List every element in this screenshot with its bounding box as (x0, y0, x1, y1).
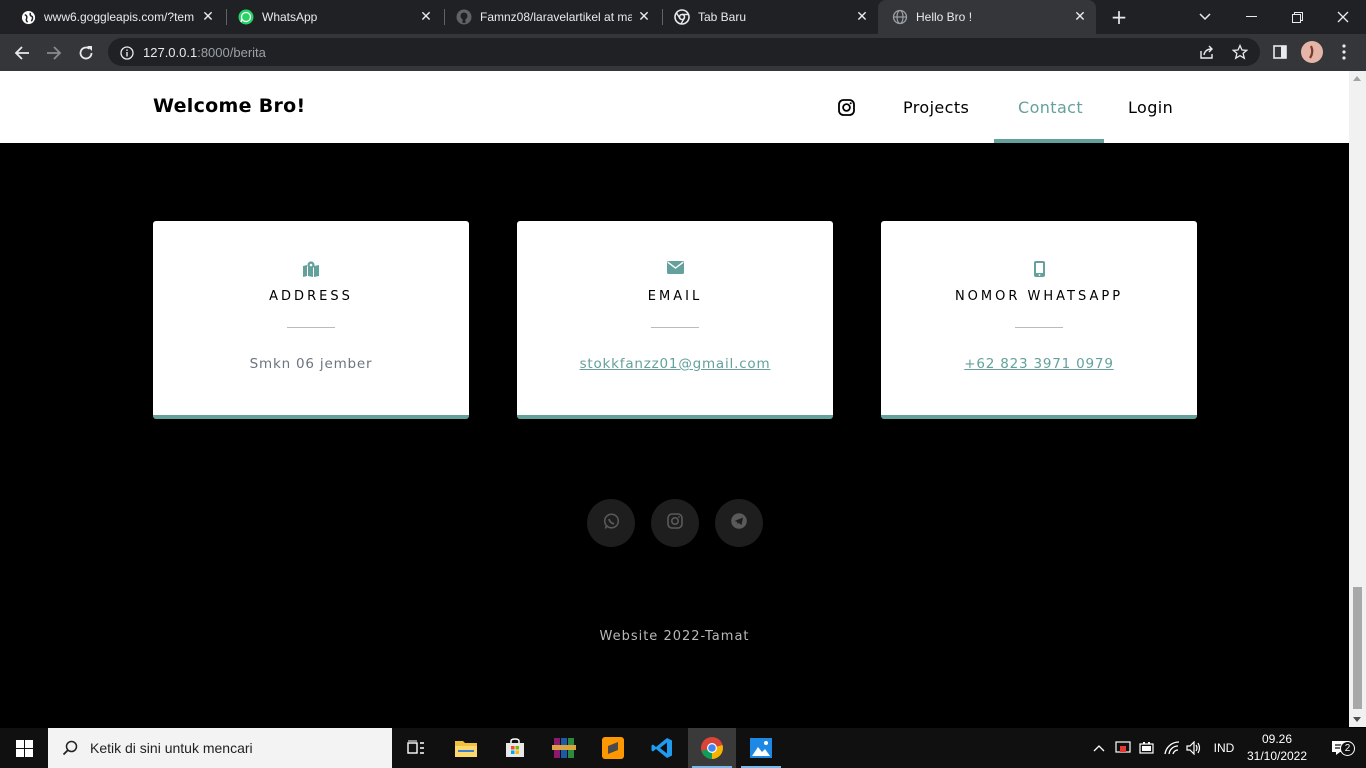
scrollbar-thumb[interactable] (1353, 587, 1362, 709)
tab-close-icon[interactable]: ✕ (418, 9, 434, 25)
browser-tab[interactable]: www6.goggleapis.com/?tem ✕ (6, 0, 224, 34)
site-navbar: Welcome Bro! Projects Contact Login (0, 71, 1349, 143)
instagram-icon (667, 513, 683, 533)
site-info-icon[interactable] (120, 45, 134, 64)
phone-value-wrapper: +62 823 3971 0979 (881, 356, 1197, 372)
address-value: Smkn 06 jember (249, 356, 373, 372)
windows-start-button[interactable] (0, 728, 48, 768)
nav-link-projects[interactable]: Projects (903, 98, 969, 117)
contact-card-whatsapp: NOMOR WHATSAPP +62 823 3971 0979 (881, 221, 1197, 419)
card-divider (287, 327, 335, 328)
minimize-button[interactable] (1228, 0, 1274, 34)
card-title: ADDRESS (269, 289, 353, 304)
email-value-wrapper: stokkfanzz01@gmail.com (517, 356, 833, 372)
notification-count-badge: 2 (1340, 741, 1355, 756)
instagram-icon[interactable] (838, 99, 855, 120)
phone-link[interactable]: +62 823 3971 0979 (964, 356, 1113, 372)
back-arrow-icon[interactable] (8, 39, 36, 67)
bookmark-star-icon[interactable] (1231, 43, 1249, 64)
social-telegram-button[interactable] (715, 499, 763, 547)
card-title: NOMOR WHATSAPP (954, 289, 1124, 304)
mobile-icon (881, 261, 1197, 277)
tab-close-icon[interactable]: ✕ (854, 9, 870, 25)
scroll-down-arrow-icon[interactable] (1353, 717, 1361, 722)
reload-icon[interactable] (72, 39, 100, 67)
page-scrollbar[interactable] (1349, 71, 1366, 727)
envelope-icon (517, 261, 833, 274)
browser-tab[interactable]: Tab Baru ✕ (660, 0, 878, 34)
browser-tab-strip: www6.goggleapis.com/?tem ✕ WhatsApp ✕ Fa… (0, 0, 1366, 34)
forward-arrow-icon[interactable] (40, 39, 68, 67)
tab-title: Famnz08/laravelartikel at ma (480, 10, 632, 24)
url-path: :8000/berita (197, 45, 266, 60)
wifi-icon[interactable] (1161, 728, 1183, 768)
new-tab-button[interactable]: + (1108, 6, 1130, 28)
vscode-icon[interactable] (638, 728, 686, 768)
card-title: EMAIL (647, 289, 703, 304)
chrome-icon (674, 9, 690, 25)
photos-app-icon[interactable] (737, 728, 785, 768)
file-explorer-icon[interactable] (442, 728, 490, 768)
input-language[interactable]: IND (1208, 728, 1240, 768)
contact-card-email: EMAIL stokkfanzz01@gmail.com (517, 221, 833, 419)
footer-copyright: Website 2022-Tamat (599, 629, 750, 644)
social-instagram-button[interactable] (651, 499, 699, 547)
telegram-icon (731, 513, 747, 533)
email-link[interactable]: stokkfanzz01@gmail.com (580, 356, 771, 372)
browser-tab-active[interactable]: Hello Bro ! ✕ (878, 0, 1096, 34)
tab-close-icon[interactable]: ✕ (200, 9, 216, 25)
browser-tab[interactable]: WhatsApp ✕ (224, 0, 442, 34)
globe-dark-icon (20, 9, 36, 25)
nav-link-contact[interactable]: Contact (1018, 98, 1083, 117)
card-divider (1015, 327, 1063, 328)
tray-app-icon[interactable] (1113, 728, 1133, 768)
social-whatsapp-button[interactable] (587, 499, 635, 547)
tab-title: www6.goggleapis.com/?tem (44, 10, 195, 24)
microsoft-store-icon[interactable] (491, 728, 539, 768)
active-nav-indicator (994, 139, 1104, 143)
close-window-button[interactable] (1320, 0, 1366, 34)
browser-tab[interactable]: Famnz08/laravelartikel at ma ✕ (442, 0, 660, 34)
taskbar-clock[interactable]: 09.26 31/10/2022 (1240, 731, 1314, 765)
menu-kebab-icon[interactable] (1330, 38, 1358, 66)
battery-icon[interactable] (1137, 728, 1157, 768)
tab-title: WhatsApp (262, 10, 318, 24)
tray-overflow-chevron-icon[interactable] (1090, 728, 1108, 768)
url-text: 127.0.0.1:8000/berita (143, 45, 266, 60)
chrome-taskbar-icon[interactable] (688, 728, 736, 768)
globe-icon (892, 9, 908, 25)
restore-button[interactable] (1274, 0, 1320, 34)
tab-close-icon[interactable]: ✕ (1072, 9, 1088, 25)
github-icon (456, 9, 472, 25)
notification-center-button[interactable]: 2 (1318, 728, 1362, 768)
sublime-text-icon[interactable] (589, 728, 637, 768)
winrar-icon[interactable] (540, 728, 588, 768)
tab-search-chevron-icon[interactable] (1182, 0, 1228, 34)
share-icon[interactable] (1199, 44, 1215, 64)
tab-title: Tab Baru (698, 10, 747, 24)
whatsapp-icon (238, 9, 254, 25)
card-divider (651, 327, 699, 328)
contact-card-address: ADDRESS Smkn 06 jember (153, 221, 469, 419)
task-view-icon[interactable] (392, 728, 440, 768)
tab-close-icon[interactable]: ✕ (636, 9, 652, 25)
site-brand[interactable]: Welcome Bro! (153, 95, 305, 117)
nav-link-login[interactable]: Login (1128, 98, 1173, 117)
tab-title: Hello Bro ! (916, 10, 973, 24)
map-marked-icon (153, 261, 469, 277)
search-placeholder: Ketik di sini untuk mencari (90, 740, 253, 756)
volume-icon[interactable] (1184, 728, 1204, 768)
search-icon (62, 740, 78, 756)
clock-date: 31/10/2022 (1246, 749, 1308, 763)
page-viewport: Welcome Bro! Projects Contact Login ADDR… (0, 71, 1349, 727)
address-bar[interactable]: 127.0.0.1:8000/berita (108, 38, 1260, 66)
profile-avatar[interactable] (1298, 38, 1326, 66)
clock-time: 09.26 (1261, 732, 1293, 746)
taskbar-search-box[interactable]: Ketik di sini untuk mencari (48, 728, 392, 768)
windows-taskbar: Ketik di sini untuk mencari IND 09.26 31… (0, 728, 1366, 768)
url-host: 127.0.0.1 (143, 45, 198, 60)
scroll-up-arrow-icon[interactable] (1353, 76, 1361, 81)
whatsapp-icon (603, 512, 620, 534)
side-panel-icon[interactable] (1266, 38, 1294, 66)
